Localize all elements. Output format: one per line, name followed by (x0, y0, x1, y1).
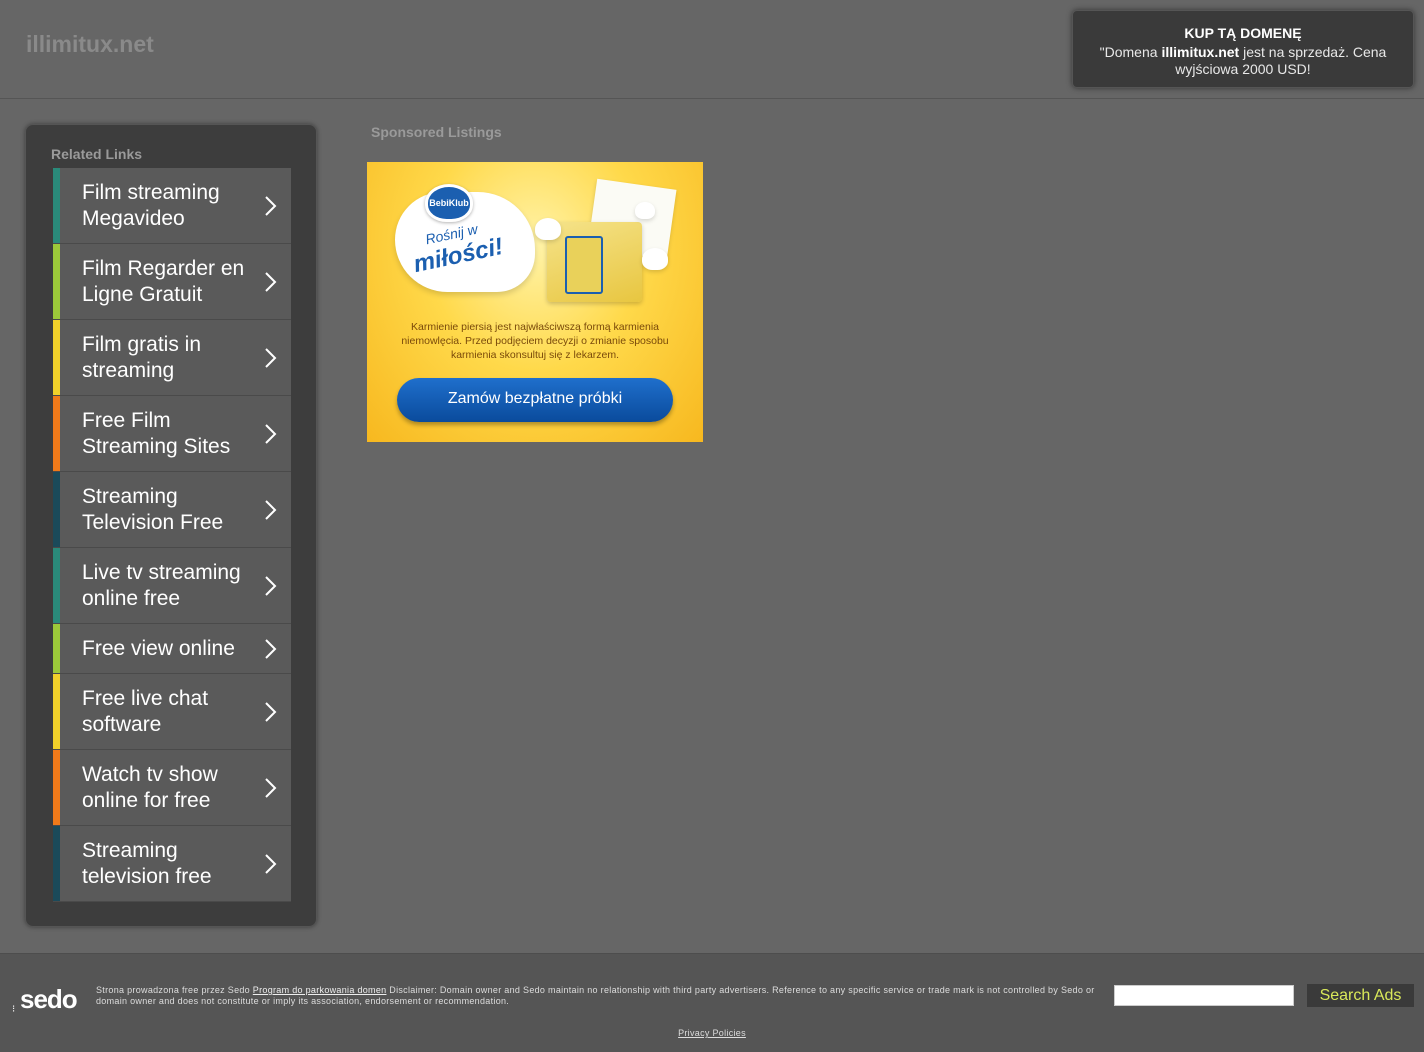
chevron-right-icon (265, 271, 277, 292)
color-bar (53, 320, 60, 395)
related-link[interactable]: Free view online (53, 624, 291, 674)
color-bar (53, 396, 60, 471)
related-link[interactable]: Watch tv show online for free (53, 750, 291, 826)
related-link-label: Free Film Streaming Sites (82, 409, 231, 458)
chevron-right-icon (265, 195, 277, 216)
chevron-right-icon (265, 575, 277, 596)
related-link[interactable]: Free Film Streaming Sites (53, 396, 291, 472)
related-links-panel: Related Links Film streaming Megavideo Fi… (25, 124, 317, 927)
disclaimer-prefix: Strona prowadzona free przez Sedo (96, 985, 253, 995)
ad-banner[interactable]: BebiKlub Rośnij w miłości! Karmienie pie… (367, 162, 703, 442)
related-link[interactable]: Film gratis in streaming (53, 320, 291, 396)
search-ads-input[interactable] (1114, 985, 1294, 1006)
main-content: Related Links Film streaming Megavideo Fi… (0, 99, 1424, 953)
color-bar (53, 168, 60, 243)
sedo-dots-icon: ⁝ (12, 1004, 16, 1015)
related-link-label: Free view online (82, 637, 235, 660)
search-ads-button[interactable]: Search Ads (1307, 984, 1414, 1007)
related-link-label: Film gratis in streaming (82, 333, 202, 382)
ad-brand-logo: BebiKlub (425, 184, 473, 222)
related-link[interactable]: Live tv streaming online free (53, 548, 291, 624)
related-link-label: Streaming Television Free (82, 485, 224, 534)
related-link-label: Film Regarder en Ligne Gratuit (82, 257, 245, 306)
footer: ⁝ sedo Strona prowadzona free przez Sedo… (0, 953, 1424, 1052)
chevron-right-icon (265, 347, 277, 368)
related-link[interactable]: Streaming Television Free (53, 472, 291, 548)
sedo-logo-text: sedo (20, 984, 78, 1014)
ad-disclaimer-text: Karmienie piersią jest najwłaściwszą for… (401, 321, 669, 361)
color-bar (53, 624, 60, 673)
color-bar (53, 750, 60, 825)
ad-order-samples-button[interactable]: Zamów bezpłatne próbki (397, 378, 673, 422)
chevron-right-icon (265, 499, 277, 520)
heart-icon (642, 248, 668, 270)
footer-disclaimer: Strona prowadzona free przez Sedo Progra… (96, 985, 1096, 1007)
header: illimitux.net KUP TĄ DOMENĘ "Domena illi… (0, 0, 1424, 99)
chevron-right-icon (265, 423, 277, 444)
related-link[interactable]: Free live chat software (53, 674, 291, 750)
related-links-list: Film streaming Megavideo Film Regarder en… (53, 168, 291, 902)
related-links-title: Related Links (51, 146, 143, 162)
buy-domain-text: "Domena illimitux.net jest na sprzedaż. … (1073, 44, 1413, 78)
parking-program-link[interactable]: Program do parkowania domen (253, 985, 387, 995)
chevron-right-icon (265, 638, 277, 659)
buy-domain-title[interactable]: KUP TĄ DOMENĘ (1073, 25, 1413, 41)
buy-text-prefix: "Domena (1099, 44, 1162, 60)
color-bar (53, 826, 60, 901)
sedo-logo[interactable]: ⁝ sedo (12, 984, 92, 1016)
buy-domain-box[interactable]: KUP TĄ DOMENĘ "Domena illimitux.net jest… (1072, 10, 1414, 88)
chevron-right-icon (265, 853, 277, 874)
privacy-policies-link[interactable]: Privacy Policies (0, 1028, 1424, 1038)
color-bar (53, 472, 60, 547)
related-link[interactable]: Film Regarder en Ligne Gratuit (53, 244, 291, 320)
related-link-label: Watch tv show online for free (82, 763, 218, 812)
ad-product-image (547, 222, 642, 302)
buy-domain-name: illimitux.net (1161, 44, 1240, 60)
related-link-label: Streaming television free (82, 839, 212, 888)
related-link[interactable]: Film streaming Megavideo (53, 168, 291, 244)
color-bar (53, 548, 60, 623)
site-title: illimitux.net (26, 31, 154, 57)
color-bar (53, 674, 60, 749)
chevron-right-icon (265, 701, 277, 722)
related-link[interactable]: Streaming television free (53, 826, 291, 902)
color-bar (53, 244, 60, 319)
heart-icon (635, 202, 655, 219)
heart-icon (535, 218, 561, 240)
related-link-label: Film streaming Megavideo (82, 181, 220, 230)
related-link-label: Free live chat software (82, 687, 209, 736)
related-link-label: Live tv streaming online free (82, 561, 241, 610)
chevron-right-icon (265, 777, 277, 798)
sponsored-listings-title: Sponsored Listings (371, 124, 502, 140)
